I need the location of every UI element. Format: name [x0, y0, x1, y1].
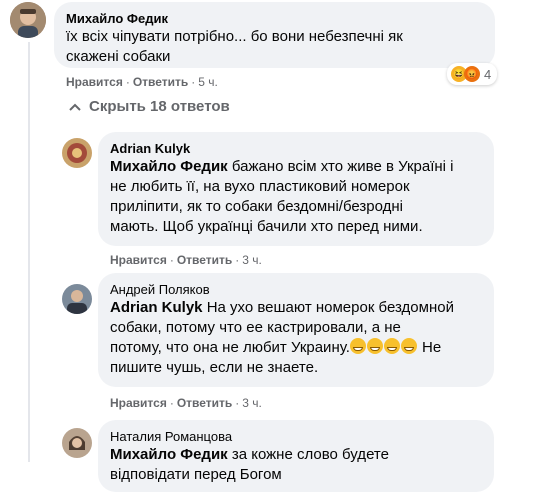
avatar-photo: [62, 428, 92, 458]
comment-text: На ухо вешают номерок бездомной: [202, 299, 454, 316]
comment-text-line: приліпити, як то собаки бездомні/безродн…: [110, 198, 403, 215]
comment-author[interactable]: Михайло Федик: [66, 10, 483, 27]
comment-text-line: мають. Щоб українці бачили хто перед ним…: [110, 218, 423, 235]
comment-text-line: відповідати перед Богом: [110, 466, 282, 483]
comment-author[interactable]: Наталия Романцова: [110, 428, 482, 445]
comment-bubble: Adrian Kulyk Михайло Федик бажано всім х…: [98, 132, 494, 246]
like-button[interactable]: Нравится: [110, 396, 167, 410]
grinning-emoji-icon: [400, 338, 417, 354]
mention-link[interactable]: Михайло Федик: [110, 446, 228, 463]
comment-text-line: собаки, потому что ее кастрировали, а не: [110, 319, 401, 336]
chevron-up-icon: [69, 103, 81, 111]
thread-line: [28, 42, 30, 462]
comment-text-line: їх всіх чіпувати потрібно... бо вони неб…: [66, 28, 403, 45]
comment-text-line: скажені собаки: [66, 48, 171, 65]
comment-text: Не: [417, 339, 442, 356]
like-button[interactable]: Нравится: [110, 253, 167, 267]
comment-bubble: Михайло Федик їх всіх чіпувати потрібно.…: [54, 2, 495, 68]
reply-button[interactable]: Ответить: [177, 396, 232, 410]
comment-time[interactable]: 3 ч.: [242, 396, 262, 410]
avatar[interactable]: [10, 2, 46, 38]
grinning-emoji-icon: [383, 338, 400, 354]
comment-actions: Нравится · Ответить · 3 ч.: [110, 253, 262, 267]
reply-button[interactable]: Ответить: [177, 253, 232, 267]
comment-author[interactable]: Андрей Поляков: [110, 281, 482, 298]
comment-text-line: пишите чушь, если не знаете.: [110, 359, 319, 376]
reply-button[interactable]: Ответить: [133, 75, 188, 89]
comment-time[interactable]: 5 ч.: [198, 75, 218, 89]
grinning-emoji-icon: [366, 338, 383, 354]
comment-actions: Нравится · Ответить · 5 ч.: [66, 75, 218, 89]
angry-reaction-icon: 😡: [464, 66, 480, 82]
comment-text-line: не любить її, на вухо пластиковий номеро…: [110, 178, 410, 195]
like-button[interactable]: Нравится: [66, 75, 123, 89]
grinning-emoji-icon: [349, 338, 366, 354]
comment-text: за кожне слово будете: [227, 446, 389, 463]
comment-author[interactable]: Adrian Kulyk: [110, 140, 482, 157]
reactions-count: 4: [484, 66, 492, 82]
comment-bubble: Наталия Романцова Михайло Федик за кожне…: [98, 420, 494, 492]
avatar[interactable]: [62, 284, 92, 314]
avatar[interactable]: [62, 428, 92, 458]
avatar[interactable]: [62, 138, 92, 168]
reactions-summary[interactable]: 😆 😡 4: [447, 63, 498, 85]
hide-replies-label: Скрыть 18 ответов: [89, 98, 230, 115]
comment-actions: Нравится · Ответить · 3 ч.: [110, 396, 262, 410]
avatar-photo: [62, 284, 92, 314]
comment-bubble: Андрей Поляков Adrian Kulyk На ухо вешаю…: [98, 273, 494, 387]
avatar-photo: [10, 2, 46, 38]
avatar-photo: [62, 138, 92, 168]
mention-link[interactable]: Михайло Федик: [110, 158, 228, 175]
mention-link[interactable]: Adrian Kulyk: [110, 299, 203, 316]
comment-text-line: потому, что она не любит Украину.: [110, 339, 350, 356]
comment-time[interactable]: 3 ч.: [242, 253, 262, 267]
comment-text: бажано всім хто живе в Україні і: [227, 158, 454, 175]
hide-replies-toggle[interactable]: Скрыть 18 ответов: [67, 98, 230, 115]
